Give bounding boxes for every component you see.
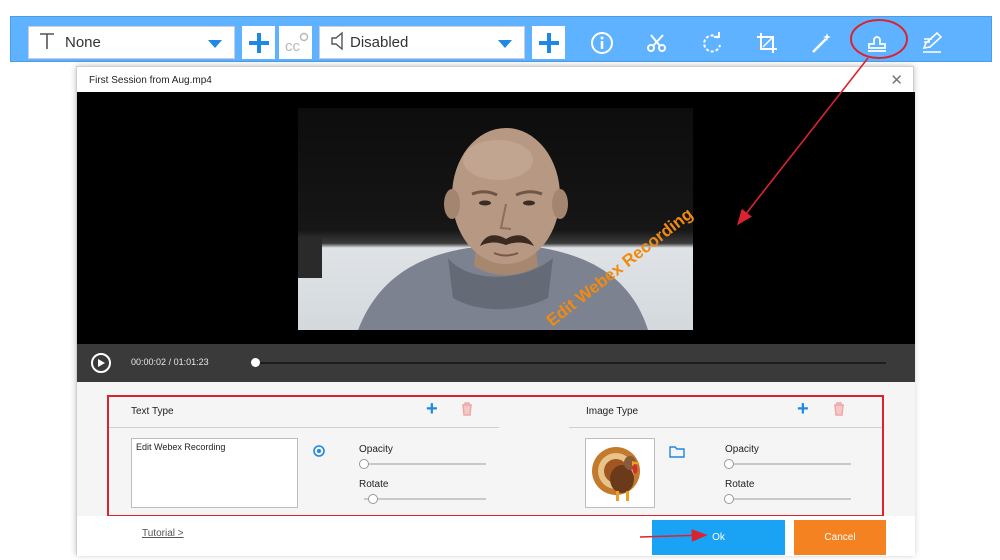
text-opacity-handle[interactable]	[359, 459, 369, 469]
play-icon	[98, 359, 105, 367]
svg-text:cc: cc	[285, 38, 301, 55]
dialog-footer: Tutorial > Ok Cancel	[77, 516, 915, 556]
plus-icon	[248, 32, 269, 53]
turkey-image	[592, 447, 640, 501]
seek-bar[interactable]	[255, 362, 886, 364]
watermark-text-input[interactable]: Edit Webex Recording	[131, 438, 298, 508]
current-time: 00:00:02	[131, 357, 167, 367]
text-rotate-slider[interactable]	[364, 498, 486, 500]
watermark-stamp-icon[interactable]	[862, 28, 892, 58]
image-rotate-handle[interactable]	[724, 494, 734, 504]
video-preview: Edit Webex Recording	[77, 92, 915, 344]
text-rotate-label: Rotate	[359, 479, 389, 490]
text-section-divider	[109, 427, 499, 428]
player-controls: 00:00:02 / 01:01:23	[77, 344, 915, 382]
add-image-watermark-button[interactable]: +	[797, 398, 809, 421]
play-button[interactable]	[91, 353, 111, 373]
info-icon[interactable]	[587, 28, 617, 58]
edit-subtitle-icon[interactable]	[917, 28, 947, 58]
scissors-icon[interactable]	[642, 28, 672, 58]
text-opacity-label: Opacity	[359, 444, 393, 455]
image-opacity-slider[interactable]	[729, 463, 851, 465]
seek-handle[interactable]	[251, 358, 260, 367]
chevron-down-icon	[498, 40, 512, 48]
watermark-dialog: First Session from Aug.mp4 ✕ Edit Webex …	[76, 66, 915, 556]
subtitle-settings-button[interactable]: cc	[279, 26, 312, 59]
delete-text-watermark-icon[interactable]	[461, 402, 473, 421]
main-toolbar: None cc Disabled	[10, 16, 992, 62]
total-time: 01:01:23	[173, 357, 209, 367]
close-icon[interactable]: ✕	[890, 71, 903, 89]
add-text-watermark-button[interactable]: +	[426, 398, 438, 421]
audio-dropdown-value: Disabled	[350, 34, 409, 51]
chevron-down-icon	[208, 40, 222, 48]
image-rotate-slider[interactable]	[729, 498, 851, 500]
text-t-icon	[39, 32, 55, 54]
cc-settings-icon: cc	[285, 32, 308, 55]
text-style-settings-icon[interactable]	[312, 444, 326, 463]
video-frame	[298, 108, 693, 330]
time-display: 00:00:02 / 01:01:23	[131, 357, 209, 367]
image-rotate-label: Rotate	[725, 479, 755, 490]
add-audio-button[interactable]	[532, 26, 565, 59]
image-type-label: Image Type	[586, 406, 639, 417]
image-opacity-label: Opacity	[725, 444, 759, 455]
rotate-icon[interactable]	[697, 28, 727, 58]
time-separator: /	[168, 357, 172, 367]
ok-button[interactable]: Ok	[652, 520, 785, 555]
text-type-label: Text Type	[131, 406, 174, 417]
audio-dropdown[interactable]: Disabled	[319, 26, 525, 59]
image-opacity-handle[interactable]	[724, 459, 734, 469]
cancel-button[interactable]: Cancel	[794, 520, 886, 555]
text-opacity-slider[interactable]	[364, 463, 486, 465]
magic-wand-icon[interactable]	[807, 28, 837, 58]
subtitle-dropdown-value: None	[65, 34, 101, 51]
crop-icon[interactable]	[752, 28, 782, 58]
image-section-divider	[569, 427, 882, 428]
text-rotate-handle[interactable]	[367, 494, 378, 504]
subtitle-dropdown[interactable]: None	[28, 26, 235, 59]
speaker-icon	[330, 31, 348, 55]
folder-icon[interactable]	[669, 445, 685, 463]
dialog-title: First Session from Aug.mp4	[89, 75, 212, 86]
add-subtitle-button[interactable]	[242, 26, 275, 59]
watermark-image-thumbnail	[585, 438, 655, 508]
tutorial-link[interactable]: Tutorial >	[142, 528, 184, 539]
watermark-settings-panel: Text Type + Edit Webex Recording Opacity…	[77, 382, 915, 517]
delete-image-watermark-icon[interactable]	[833, 402, 845, 421]
plus-icon	[538, 32, 559, 53]
